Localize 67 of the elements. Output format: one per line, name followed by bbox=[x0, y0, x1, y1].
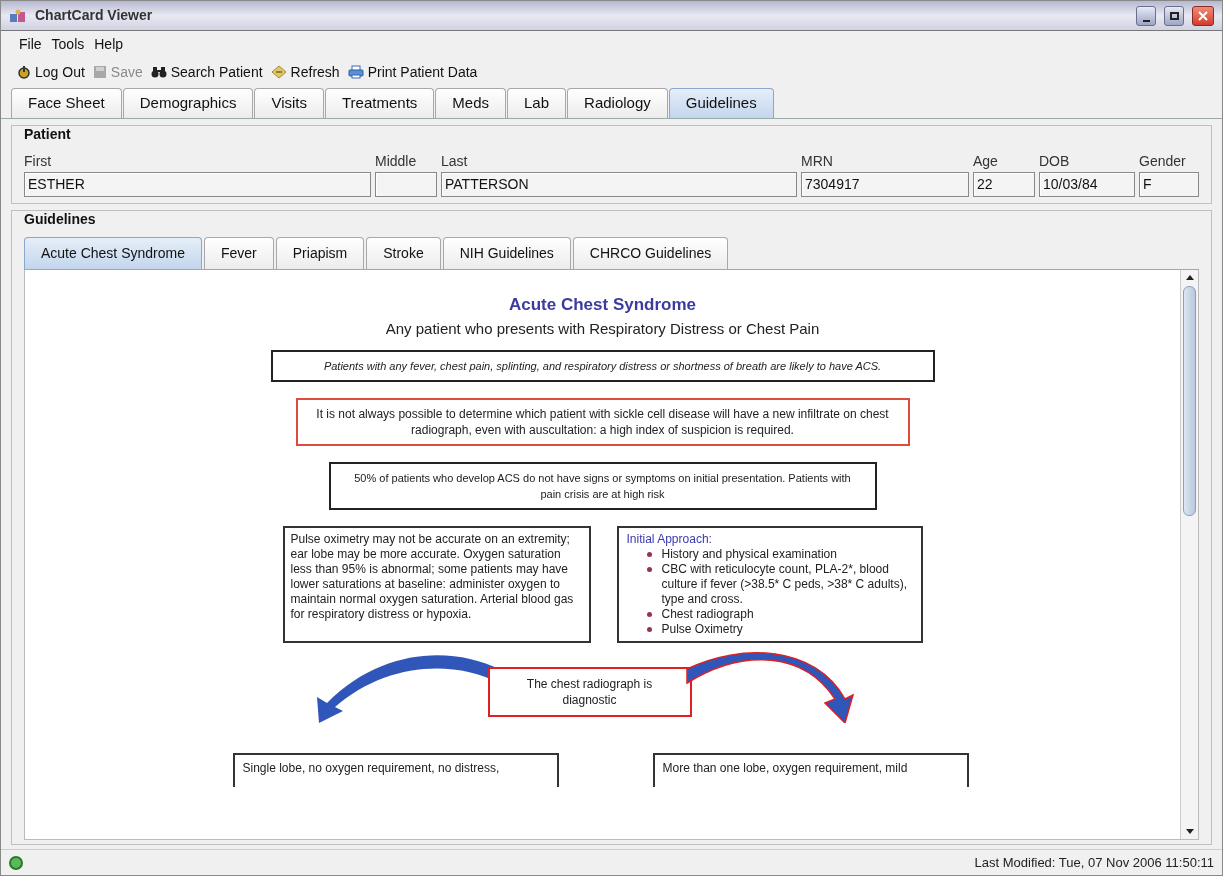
outcome-box: More than one lobe, oxygen requirement, mild bbox=[652, 753, 969, 787]
document-title: Acute Chest Syndrome bbox=[508, 294, 696, 316]
tab[interactable]: Radiology bbox=[567, 88, 668, 118]
tab[interactable]: Meds bbox=[435, 88, 506, 118]
section-title: Patient bbox=[24, 125, 72, 144]
approach-item: Chest radiograph bbox=[661, 607, 754, 622]
field-label: DOB bbox=[1039, 152, 1071, 171]
bullet-icon bbox=[646, 552, 652, 557]
bullet-icon bbox=[646, 627, 652, 632]
close-icon bbox=[1198, 10, 1208, 21]
toolbar-button[interactable]: Print Patient Data bbox=[347, 61, 478, 83]
bullet-icon bbox=[646, 612, 652, 617]
scrollbar[interactable] bbox=[1180, 270, 1198, 839]
menu-item[interactable]: Help bbox=[94, 33, 124, 55]
approach-item: Pulse Oximetry bbox=[661, 622, 743, 637]
input-field[interactable]: 22 bbox=[973, 172, 1035, 197]
input-field[interactable]: 10/03/84 bbox=[1039, 172, 1135, 197]
tab[interactable]: Guidelines bbox=[668, 88, 774, 118]
document-subtitle: Any patient who presents with Respiratory Distress or Chest Pain bbox=[385, 318, 820, 339]
tab[interactable]: Priapism bbox=[275, 237, 365, 269]
field-label: MRN bbox=[801, 152, 834, 171]
input-field[interactable]: ESTHER bbox=[24, 172, 371, 197]
power-icon bbox=[17, 65, 31, 79]
guideline-note: 50% of patients who develop ACS do not have signs or symptoms on initial presentation. Patients with pain crisis are at high risk bbox=[328, 462, 877, 510]
tab[interactable]: NIH Guidelines bbox=[442, 237, 571, 269]
tab[interactable]: Visits bbox=[254, 88, 324, 118]
input-field[interactable] bbox=[375, 172, 437, 197]
printer-icon bbox=[347, 65, 364, 79]
toolbar-button[interactable]: Search Patient bbox=[150, 61, 263, 83]
approach-heading: Initial Approach: bbox=[626, 532, 712, 546]
field-label: First bbox=[24, 152, 53, 171]
tab[interactable]: Acute Chest Syndrome bbox=[24, 237, 202, 269]
tab[interactable]: Stroke bbox=[366, 237, 441, 269]
field-label: Last bbox=[441, 152, 469, 171]
tab[interactable]: Lab bbox=[507, 88, 567, 118]
menu-item[interactable]: File bbox=[19, 33, 42, 55]
field-label: Gender bbox=[1139, 152, 1187, 171]
guideline-note: It is not always possible to determine which patient with sickle cell disease will have a new infiltrate on chest radiograph, even with auscultation: a high index of suspicion is required. bbox=[295, 398, 910, 446]
close-button[interactable] bbox=[1192, 5, 1214, 26]
section-title: Guidelines bbox=[24, 210, 97, 229]
field-label: Middle bbox=[375, 152, 418, 171]
tab[interactable]: Demographics bbox=[122, 88, 254, 118]
approach-item: CBC with reticulocyte count, PLA-2*, blood culture if fever (>38.5* C peds, >38* C adults), type and cross. bbox=[661, 562, 908, 607]
window-title: ChartCard Viewer bbox=[35, 6, 153, 25]
tab[interactable]: Treatments bbox=[325, 88, 435, 118]
approach-item: History and physical examination bbox=[661, 547, 837, 562]
field-label: Age bbox=[973, 152, 999, 171]
tab[interactable]: Face Sheet bbox=[11, 88, 122, 118]
toolbar-button[interactable]: Log Out bbox=[17, 61, 85, 83]
binoculars-icon bbox=[150, 65, 167, 79]
input-field[interactable]: PATTERSON bbox=[441, 172, 797, 197]
toolbar-button[interactable]: Refresh bbox=[270, 61, 340, 83]
app-icon bbox=[9, 8, 27, 23]
tab[interactable]: Fever bbox=[203, 237, 274, 269]
guideline-note: Patients with any fever, chest pain, splinting, and respiratory distress or shortness of breath are likely to have ACS. bbox=[270, 350, 935, 382]
menu-item[interactable]: Tools bbox=[51, 33, 85, 55]
guideline-note: Pulse oximetry may not be accurate on an extremity; ear lobe may be more accurate. Oxygen saturation less than 95% is abnormal; some patients may have lower saturations at baseline: administer oxygen to maintain normal oxygen saturation. Arterial blood gas for respiratory distress or hypoxia. bbox=[282, 526, 591, 643]
status-text: Last Modified: Tue, 07 Nov 2006 11:50:11 bbox=[974, 853, 1214, 872]
tab[interactable]: CHRCO Guidelines bbox=[572, 237, 729, 269]
decision-box: The chest radiograph is diagnostic bbox=[487, 667, 692, 717]
bullet-icon bbox=[646, 567, 652, 572]
maximize-button[interactable] bbox=[1164, 5, 1184, 26]
outcome-box: Single lobe, no oxygen requirement, no distress, bbox=[232, 753, 559, 787]
status-icon bbox=[9, 855, 23, 870]
input-field[interactable]: F bbox=[1139, 172, 1199, 197]
minimize-button[interactable] bbox=[1136, 5, 1156, 26]
input-field[interactable]: 7304917 bbox=[801, 172, 969, 197]
